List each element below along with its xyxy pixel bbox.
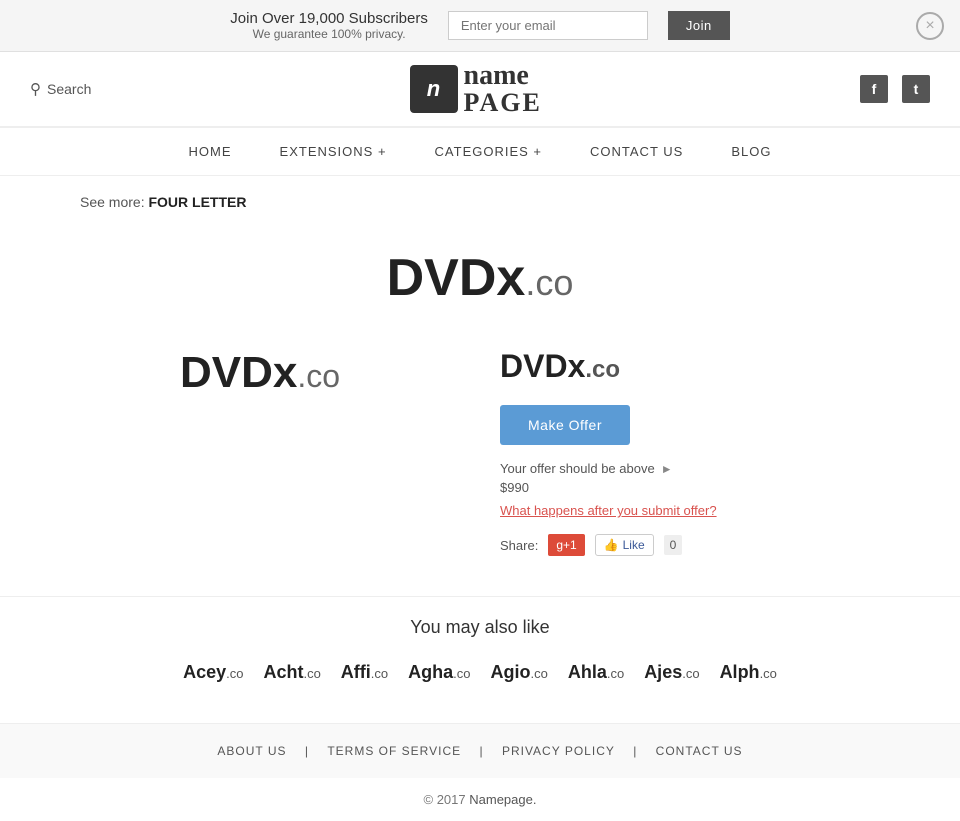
nav-categories[interactable]: CATEGORIES + bbox=[411, 128, 566, 175]
similar-name: Agio bbox=[490, 662, 530, 682]
footer-separator: | bbox=[301, 744, 314, 758]
banner-subline: We guarantee 100% privacy. bbox=[230, 27, 428, 41]
breadcrumb-prefix: See more: bbox=[80, 194, 145, 210]
similar-ext: .co bbox=[226, 666, 243, 681]
gplus-label: g+1 bbox=[556, 538, 576, 552]
domain-logo: DVDx.co bbox=[0, 248, 960, 308]
logo-name: name bbox=[464, 62, 542, 90]
similar-name: Alph bbox=[720, 662, 760, 682]
logo-page: PAGE bbox=[464, 90, 542, 116]
make-offer-button[interactable]: Make Offer bbox=[500, 405, 630, 445]
content-area: DVDx.co DVDx.co Make Offer Your offer sh… bbox=[0, 338, 960, 596]
logo-letter: n bbox=[427, 76, 440, 102]
domain-image: DVDx.co bbox=[180, 348, 340, 398]
footer-link[interactable]: TERMS OF SERVICE bbox=[327, 744, 461, 758]
share-area: Share: g+1 👍 Like 0 bbox=[500, 534, 900, 556]
domain-ext-text: .co bbox=[585, 356, 620, 383]
similar-domain-item[interactable]: Ahla.co bbox=[568, 662, 624, 683]
breadcrumb: See more: FOUR LETTER bbox=[0, 176, 960, 228]
logo-icon-box: n bbox=[410, 65, 458, 113]
offer-price: $990 bbox=[500, 480, 900, 495]
arrow-icon: ► bbox=[661, 462, 673, 476]
domain-name-text: DVDx bbox=[500, 348, 585, 384]
search-trigger[interactable]: ⚲ Search bbox=[30, 80, 91, 98]
footer-copyright: © 2017 Namepage. bbox=[0, 778, 960, 821]
similar-domain-item[interactable]: Agha.co bbox=[408, 662, 470, 683]
banner-text: Join Over 19,000 Subscribers We guarante… bbox=[230, 10, 428, 41]
similar-domain-item[interactable]: Acey.co bbox=[183, 662, 243, 683]
offer-note-text: Your offer should be above bbox=[500, 461, 655, 476]
similar-ext: .co bbox=[371, 666, 388, 681]
similar-domain-item[interactable]: Acht.co bbox=[263, 662, 320, 683]
logo[interactable]: n name PAGE bbox=[410, 62, 542, 116]
close-icon: × bbox=[925, 17, 934, 35]
similar-ext: .co bbox=[453, 666, 470, 681]
similar-grid: Acey.coAcht.coAffi.coAgha.coAgio.coAhla.… bbox=[60, 662, 900, 683]
domain-detail-col: DVDx.co Make Offer Your offer should be … bbox=[500, 338, 900, 556]
similar-name: Acht bbox=[263, 662, 303, 682]
footer-site-link[interactable]: Namepage. bbox=[469, 792, 536, 807]
logo-text: name PAGE bbox=[464, 62, 542, 116]
footer-links: ABOUT US | TERMS OF SERVICE | PRIVACY PO… bbox=[0, 723, 960, 778]
email-input[interactable] bbox=[448, 11, 648, 40]
main-nav: HOME EXTENSIONS + CATEGORIES + CONTACT U… bbox=[0, 127, 960, 176]
similar-name: Affi bbox=[341, 662, 371, 682]
top-banner: Join Over 19,000 Subscribers We guarante… bbox=[0, 0, 960, 52]
similar-domain-item[interactable]: Agio.co bbox=[490, 662, 547, 683]
join-button[interactable]: Join bbox=[668, 11, 730, 40]
footer-link[interactable]: ABOUT US bbox=[217, 744, 286, 758]
google-plus-button[interactable]: g+1 bbox=[548, 534, 584, 556]
nav-home[interactable]: HOME bbox=[165, 128, 256, 175]
banner-headline: Join Over 19,000 Subscribers bbox=[230, 10, 428, 27]
facebook-icon[interactable]: f bbox=[860, 75, 888, 103]
search-label: Search bbox=[47, 81, 91, 97]
footer-link[interactable]: CONTACT US bbox=[656, 744, 743, 758]
similar-name: Ahla bbox=[568, 662, 607, 682]
header: ⚲ Search n name PAGE f t bbox=[0, 52, 960, 127]
search-icon: ⚲ bbox=[30, 80, 41, 98]
header-social: f t bbox=[860, 75, 930, 103]
close-banner-button[interactable]: × bbox=[916, 12, 944, 40]
similar-domain-item[interactable]: Alph.co bbox=[720, 662, 777, 683]
fb-thumb-icon: 👍 bbox=[604, 538, 619, 552]
breadcrumb-link[interactable]: FOUR LETTER bbox=[148, 194, 246, 210]
similar-name: Agha bbox=[408, 662, 453, 682]
domain-title: DVDx.co bbox=[500, 348, 900, 385]
facebook-like-button[interactable]: 👍 Like bbox=[595, 534, 654, 556]
nav-contact[interactable]: CONTACT US bbox=[566, 128, 707, 175]
domain-ext-part: .co bbox=[525, 262, 573, 303]
similar-ext: .co bbox=[530, 666, 547, 681]
domain-image-col: DVDx.co bbox=[60, 338, 460, 556]
fb-like-label: Like bbox=[623, 538, 645, 552]
footer-link[interactable]: PRIVACY POLICY bbox=[502, 744, 615, 758]
nav-blog[interactable]: BLOG bbox=[707, 128, 795, 175]
nav-extensions[interactable]: EXTENSIONS + bbox=[256, 128, 411, 175]
footer-separator: | bbox=[475, 744, 488, 758]
similar-name: Ajes bbox=[644, 662, 682, 682]
similar-ext: .co bbox=[760, 666, 777, 681]
offer-note: Your offer should be above ► bbox=[500, 461, 900, 476]
similar-domain-item[interactable]: Ajes.co bbox=[644, 662, 699, 683]
share-label: Share: bbox=[500, 538, 538, 553]
fb-count: 0 bbox=[664, 535, 683, 555]
offer-link[interactable]: What happens after you submit offer? bbox=[500, 503, 900, 518]
domain-display: DVDx.co bbox=[0, 228, 960, 338]
similar-ext: .co bbox=[303, 666, 320, 681]
footer-separator: | bbox=[629, 744, 642, 758]
twitter-icon[interactable]: t bbox=[902, 75, 930, 103]
similar-ext: .co bbox=[607, 666, 624, 681]
domain-name-part: DVDx bbox=[387, 249, 526, 307]
similar-ext: .co bbox=[682, 666, 699, 681]
similar-name: Acey bbox=[183, 662, 226, 682]
similar-domain-item[interactable]: Affi.co bbox=[341, 662, 388, 683]
similar-title: You may also like bbox=[60, 617, 900, 638]
similar-section: You may also like Acey.coAcht.coAffi.coA… bbox=[0, 596, 960, 723]
